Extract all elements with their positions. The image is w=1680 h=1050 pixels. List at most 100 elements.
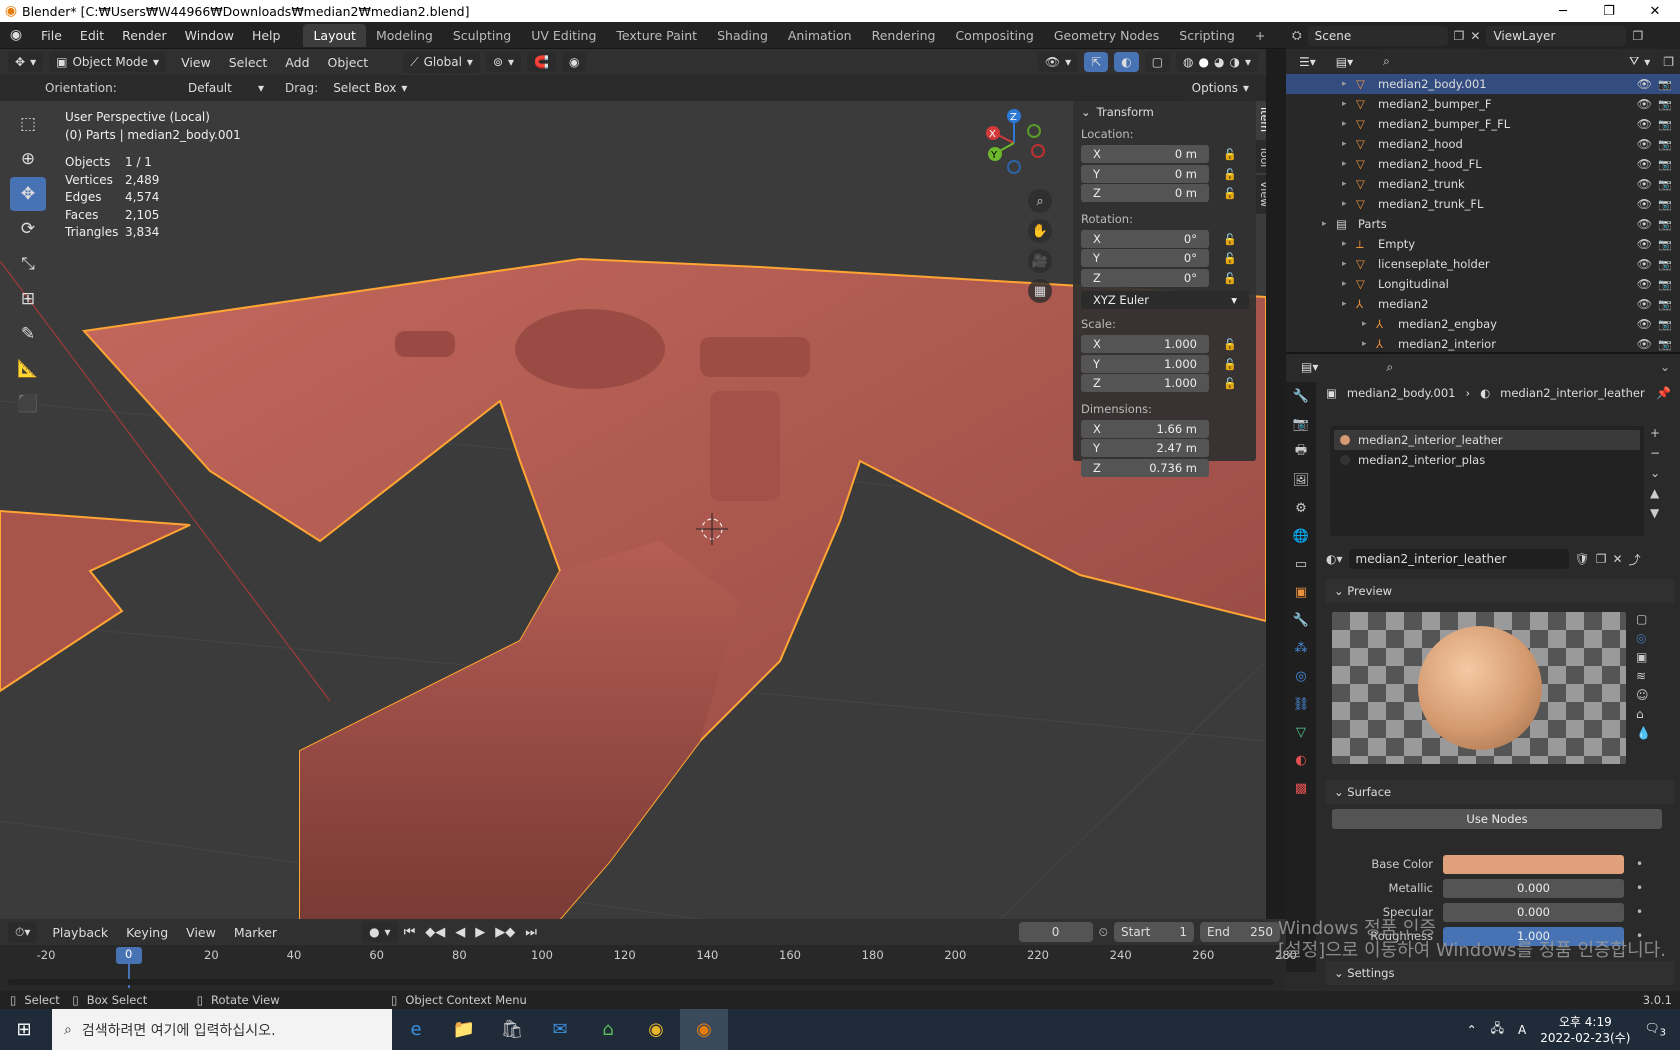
location-y-field[interactable]: Y 0 m	[1081, 164, 1209, 183]
camera-view-icon[interactable]: 🎥	[1028, 249, 1052, 273]
network-icon[interactable]: 🖧	[1491, 1019, 1504, 1040]
viewlayer-selector[interactable]: ViewLayer	[1486, 25, 1627, 46]
navigation-gizmo[interactable]: Z X Y	[980, 107, 1056, 183]
menu-file[interactable]: File	[32, 28, 71, 43]
pin-icon[interactable]: 📌	[1656, 386, 1671, 400]
scale-x-field[interactable]: X 1.000	[1081, 335, 1209, 353]
base-color-field[interactable]	[1443, 854, 1624, 874]
camera-icon[interactable]: 📷	[1658, 118, 1672, 131]
dimensions-y-field[interactable]: Y 2.47 m	[1081, 439, 1209, 457]
timeline-menu-keying[interactable]: Keying	[117, 925, 177, 940]
visibility-button[interactable]: 👁 ▾	[1037, 52, 1079, 72]
expand-arrow-icon[interactable]: ▸	[1342, 139, 1356, 149]
chrome-icon[interactable]: ◉	[632, 1009, 680, 1050]
camera-icon[interactable]: 📷	[1658, 278, 1672, 291]
viewport-menu-object[interactable]: Object	[319, 55, 378, 70]
timeline[interactable]: -200204060801001201401601802002202402602…	[0, 945, 1297, 991]
mode-selector[interactable]: ▣ Object Mode ▾	[49, 52, 167, 72]
timeline-editor-type[interactable]: ⏱▾	[8, 921, 38, 943]
rotate-tool-icon[interactable]: ⟳	[10, 212, 46, 246]
timeline-menu-playback[interactable]: Playback	[43, 925, 117, 940]
camera-icon[interactable]: 📷	[1658, 138, 1672, 151]
eye-icon[interactable]: 👁	[1637, 77, 1652, 91]
outliner-item[interactable]: ▸ ⟂ Empty 👁 📷	[1286, 234, 1680, 254]
properties-editor-type[interactable]: ▤▾	[1294, 357, 1326, 377]
outliner-item[interactable]: ▸ ▽ licenseplate_holder 👁 📷	[1286, 254, 1680, 274]
metallic-field[interactable]: 0.000	[1443, 878, 1624, 898]
tab-shading[interactable]: Shading	[707, 24, 778, 47]
eye-icon[interactable]: 👁	[1637, 257, 1652, 271]
menu-edit[interactable]: Edit	[71, 28, 113, 43]
outliner-search-input[interactable]: ⌕	[1376, 51, 1487, 72]
outliner-item[interactable]: ▸ ⅄ median2_engbay 👁 📷	[1286, 314, 1680, 334]
jump-end-icon[interactable]: ⏭	[525, 925, 537, 940]
properties-tab-modifier-icon[interactable]: 🔧	[1286, 606, 1316, 634]
lock-icon[interactable]: 🔓	[1223, 252, 1237, 265]
ortho-grid-icon[interactable]: ▦	[1028, 279, 1052, 303]
windows-start-icon[interactable]: ⊞	[0, 1009, 48, 1050]
tab-animation[interactable]: Animation	[778, 24, 862, 47]
menu-help[interactable]: Help	[243, 28, 290, 43]
rotation-y-field[interactable]: Y 0°	[1081, 249, 1209, 267]
preview-monkey-icon[interactable]: ☺	[1636, 688, 1651, 702]
properties-search-input[interactable]: ⌕	[1379, 356, 1490, 378]
orientation-dropdown[interactable]: Default ▾	[181, 78, 271, 98]
pivot-point-button[interactable]: ⊚ ▾	[485, 52, 522, 72]
overlay-toggle[interactable]: ◐	[1114, 52, 1139, 72]
chevron-down-icon[interactable]: ⌄	[1660, 360, 1670, 374]
xray-toggle[interactable]: ▢	[1144, 52, 1171, 72]
outliner-editor-type[interactable]: ☰▾	[1292, 51, 1323, 72]
properties-tab-material-icon[interactable]: ◐	[1286, 746, 1316, 774]
proportional-edit-toggle[interactable]: ◉	[561, 52, 587, 72]
play-icon[interactable]: ▶	[475, 925, 485, 940]
settings-panel-header[interactable]: ⌄ Settings	[1326, 961, 1674, 985]
outliner-item[interactable]: ▸ ▤ Parts 👁 📷	[1286, 214, 1680, 234]
lock-icon[interactable]: 🔓	[1223, 272, 1237, 285]
camera-icon[interactable]: 📷	[1658, 298, 1672, 311]
eye-icon[interactable]: 👁	[1637, 297, 1652, 311]
camera-icon[interactable]: 📷	[1658, 238, 1672, 251]
tab-uv-editing[interactable]: UV Editing	[521, 24, 606, 47]
properties-tab-output-icon[interactable]: 🖶	[1286, 438, 1316, 466]
rotation-mode-dropdown[interactable]: XYZ Euler ▾	[1081, 291, 1249, 309]
wireframe-shading-icon[interactable]: ◍	[1183, 55, 1193, 69]
move-up-icon[interactable]: ▲	[1650, 486, 1660, 500]
scale-y-field[interactable]: Y 1.000	[1081, 354, 1209, 373]
properties-tab-constraints-icon[interactable]: ⛓	[1286, 690, 1316, 718]
tab-sculpting[interactable]: Sculpting	[443, 24, 521, 47]
options-dropdown[interactable]: Options ▾	[1184, 78, 1256, 98]
preview-panel-header[interactable]: ⌄ Preview	[1326, 579, 1674, 603]
tab-geometry-nodes[interactable]: Geometry Nodes	[1044, 24, 1169, 47]
solid-shading-icon[interactable]: ●	[1199, 55, 1209, 69]
transform-tool-icon[interactable]: ⊞	[10, 282, 46, 316]
store-icon[interactable]: 🛍	[488, 1009, 536, 1050]
expand-arrow-icon[interactable]: ▸	[1342, 299, 1356, 309]
outliner-item[interactable]: ▸ ▽ median2_bumper_F_FL 👁 📷	[1286, 114, 1680, 134]
properties-tab-view-layer-icon[interactable]: 🖼	[1286, 466, 1316, 494]
expand-arrow-icon[interactable]: ▸	[1342, 199, 1356, 209]
outliner-item[interactable]: ▸ ⅄ median2_interior 👁 📷	[1286, 334, 1680, 354]
material-browse-icon[interactable]: ◐▾	[1326, 552, 1343, 566]
notification-icon[interactable]: 🗨3	[1644, 1021, 1666, 1038]
edge-browser-icon[interactable]: e	[392, 1009, 440, 1050]
dimensions-z-field[interactable]: Z 0.736 m	[1081, 458, 1209, 477]
lock-icon[interactable]: 🔓	[1223, 187, 1237, 200]
annotate-tool-icon[interactable]: ✎	[10, 317, 46, 351]
eye-icon[interactable]: 👁	[1637, 97, 1652, 111]
taskbar-search-input[interactable]: ⌕ 검색하려면 여기에 입력하십시오.	[52, 1009, 392, 1050]
lock-icon[interactable]: 🔓	[1223, 233, 1237, 246]
timeline-scrollbar[interactable]	[8, 979, 1274, 985]
properties-tab-physics-icon[interactable]: ◎	[1286, 662, 1316, 690]
next-keyframe-icon[interactable]: ▶◆	[495, 925, 515, 940]
properties-tab-texture-icon[interactable]: ▩	[1286, 774, 1316, 802]
camera-icon[interactable]: 📷	[1658, 338, 1672, 351]
timeline-menu-view[interactable]: View	[177, 925, 225, 940]
properties-tab-data-icon[interactable]: ▽	[1286, 718, 1316, 746]
material-slot[interactable]: median2_interior_leather	[1334, 430, 1640, 450]
eye-icon[interactable]: 👁	[1637, 157, 1652, 171]
blender-menu-icon[interactable]: ◉	[0, 27, 32, 43]
snap-toggle[interactable]: 🧲	[527, 52, 556, 72]
measure-tool-icon[interactable]: 📐	[10, 352, 46, 386]
outliner-item[interactable]: ▸ ▽ median2_hood 👁 📷	[1286, 134, 1680, 154]
delete-scene-icon[interactable]: ✕	[1470, 29, 1480, 43]
